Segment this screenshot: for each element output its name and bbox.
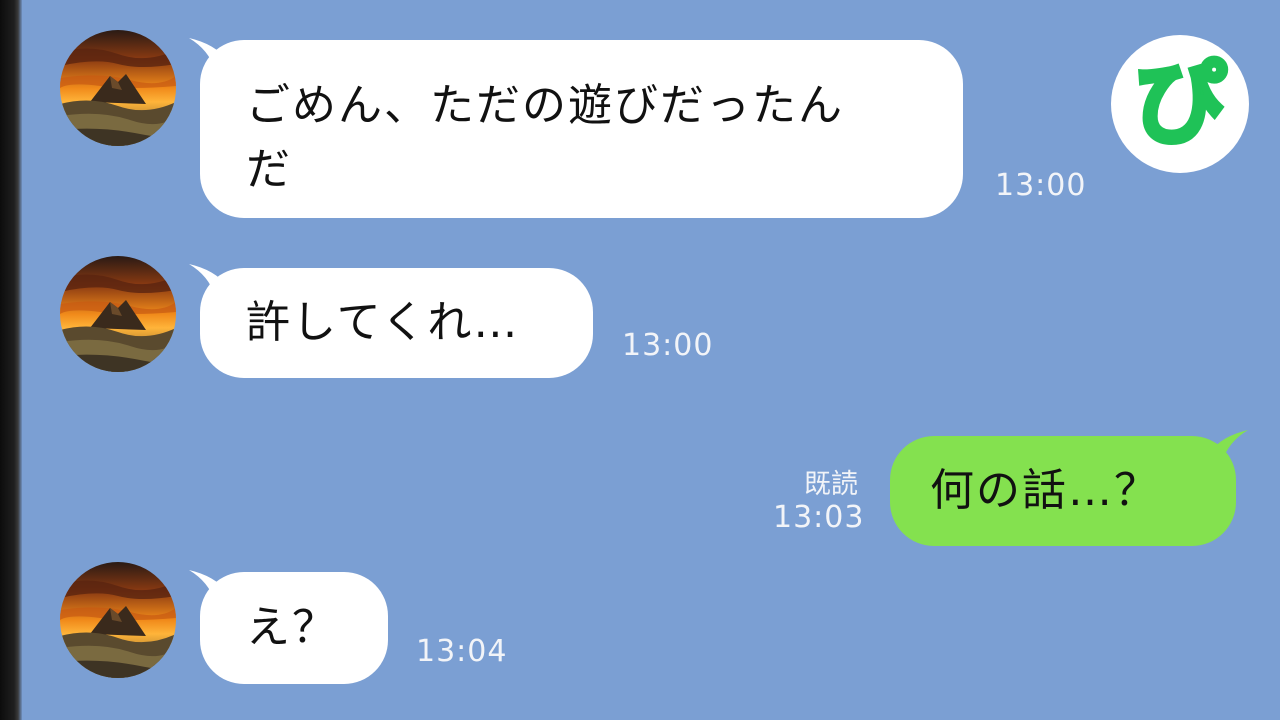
pi-logo-icon: ぴ [1111,35,1249,173]
avatar[interactable] [60,30,176,146]
device-edge [0,0,22,720]
mountain-sunset-avatar-icon [60,562,176,678]
message-time: 13:00 [995,168,1087,203]
message-text: 許してくれ… [246,297,520,348]
message-bubble-incoming[interactable]: え？ [200,572,388,684]
message-time: 13:00 [622,328,714,363]
message-text: え？ [246,602,338,653]
logo-glyph: ぴ [1131,48,1228,160]
mountain-sunset-avatar-icon [60,30,176,146]
read-receipt: 既読 [804,469,858,500]
mountain-sunset-avatar-icon [60,256,176,372]
message-text: 何の話…？ [930,465,1160,516]
message-bubble-incoming[interactable]: 許してくれ… [200,268,593,378]
message-text: ごめん、ただの遊びだったん [246,80,844,131]
message-bubble-incoming[interactable]: ごめん、ただの遊びだったん だ [200,40,963,218]
message-time: 13:03 [773,500,865,535]
avatar[interactable] [60,256,176,372]
avatar[interactable] [60,562,176,678]
message-bubble-outgoing[interactable]: 何の話…？ [890,436,1236,546]
bubble-tail [1210,430,1248,462]
message-text: だ [246,144,292,195]
message-time: 13:04 [416,634,508,669]
